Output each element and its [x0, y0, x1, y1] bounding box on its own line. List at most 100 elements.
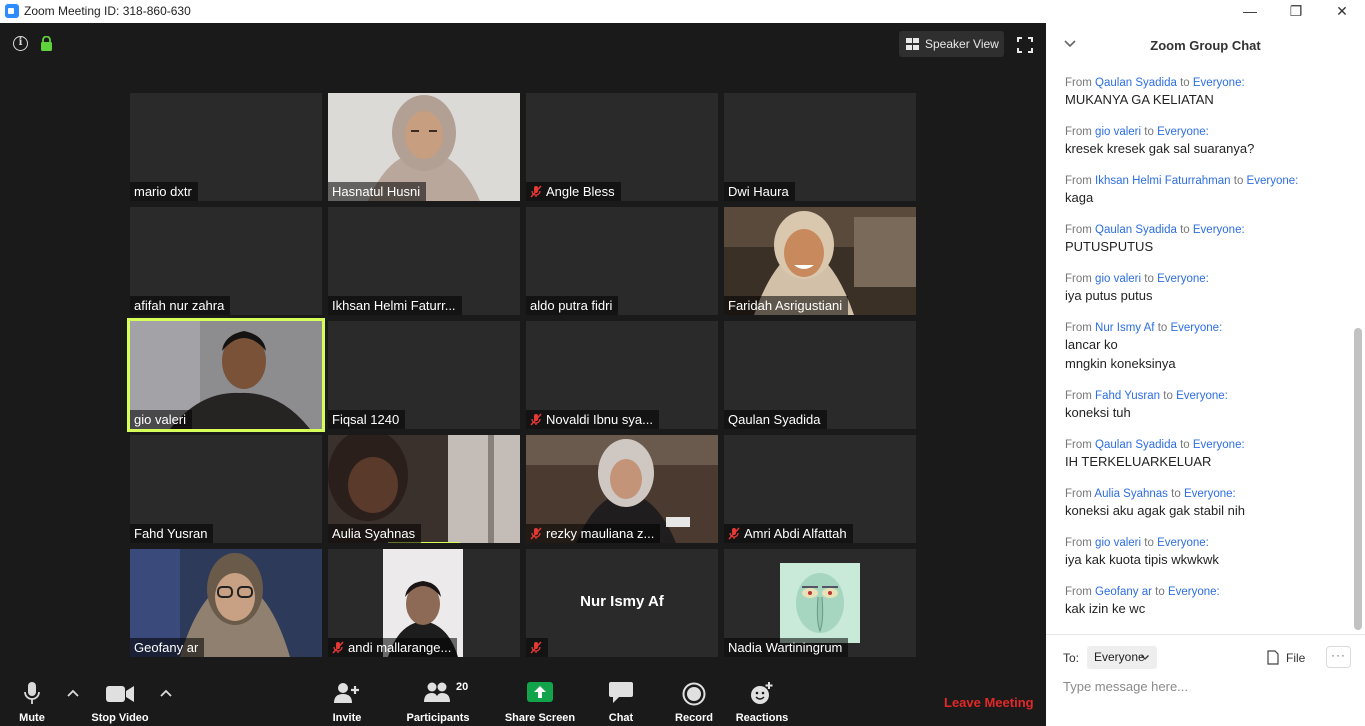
participant-tile[interactable]: Aulia Syahnas — [328, 435, 520, 543]
video-options-chevron-up-icon[interactable] — [160, 689, 172, 697]
message-header: From Qaulan Syadida to Everyone: — [1065, 439, 1245, 451]
chat-message: From gio valeri to Everyone: kresek kres… — [1065, 125, 1350, 158]
chevron-down-icon — [1141, 655, 1149, 660]
participant-tile-active-speaker[interactable]: gio valeri — [127, 318, 325, 432]
message-sender[interactable]: Ikhsan Helmi Faturrahman — [1095, 175, 1231, 187]
message-text: kresek kresek gak sal suaranya? — [1065, 141, 1255, 156]
message-sender[interactable]: Fahd Yusran — [1095, 390, 1160, 402]
minimize-button[interactable]: — — [1227, 0, 1273, 23]
participants-button[interactable]: 20 Participants — [403, 675, 473, 726]
chat-label: Chat — [608, 712, 634, 724]
participant-tile[interactable]: Novaldi Ibnu sya... — [526, 321, 718, 429]
add-user-icon — [334, 683, 359, 703]
message-text: koneksi tuh — [1065, 405, 1131, 420]
chat-button[interactable]: Chat — [600, 675, 642, 726]
file-share-button[interactable]: File — [1264, 650, 1324, 668]
participant-tile[interactable]: Geofany ar — [130, 549, 322, 657]
message-sender[interactable]: Nur Ismy Af — [1095, 322, 1154, 334]
mute-label: Mute — [19, 712, 45, 724]
chat-message: From Geofany ar to Everyone: kak izin ke… — [1065, 585, 1350, 618]
participant-tile[interactable]: Nadia Wartiningrum — [724, 549, 916, 657]
chat-message-list[interactable]: From Qaulan Syadida to Everyone: MUKANYA… — [1046, 67, 1365, 634]
participant-name: Novaldi Ibnu sya... — [526, 410, 659, 429]
chat-message: From Aulia Syahnas to Everyone: koneksi … — [1065, 487, 1350, 520]
muted-mic-icon — [332, 641, 344, 654]
reactions-button[interactable]: Reactions — [734, 675, 790, 726]
participant-tile[interactable]: Qaulan Syadida — [724, 321, 916, 429]
window-title: Zoom Meeting ID: 318-860-630 — [24, 4, 191, 18]
participant-tile[interactable]: Fahd Yusran — [130, 435, 322, 543]
chat-message: From gio valeri to Everyone: iya putus p… — [1065, 272, 1350, 305]
invite-button[interactable]: Invite — [322, 675, 372, 726]
encryption-lock-icon[interactable] — [40, 36, 53, 51]
chat-message: From Ikhsan Helmi Faturrahman to Everyon… — [1065, 174, 1350, 207]
chat-scrollbar-thumb[interactable] — [1354, 328, 1362, 630]
message-sender[interactable]: gio valeri — [1095, 273, 1141, 285]
recipient-value: Everyone — [1094, 650, 1145, 664]
participant-tile[interactable]: aldo putra fidri — [526, 207, 718, 315]
participant-tile[interactable]: mario dxtr — [130, 93, 322, 201]
chat-message: From Nur Ismy Af to Everyone: lancar ko … — [1065, 321, 1350, 373]
stop-video-button[interactable]: Stop Video — [84, 675, 156, 726]
message-sender[interactable]: Qaulan Syadida — [1095, 439, 1177, 451]
message-text: koneksi aku agak gak stabil nih — [1065, 503, 1245, 518]
recipient-dropdown[interactable]: Everyone — [1087, 646, 1157, 669]
share-screen-icon — [527, 682, 553, 702]
participant-name: Dwi Haura — [724, 182, 795, 201]
message-sender[interactable]: Geofany ar — [1095, 586, 1152, 598]
participant-name: gio valeri — [130, 410, 193, 429]
chat-message-input[interactable] — [1058, 674, 1348, 698]
message-text: PUTUSPUTUS — [1065, 239, 1154, 254]
participant-name: Hasnatul Husni — [328, 182, 427, 201]
message-target: Everyone: — [1157, 273, 1209, 285]
participant-name: aldo putra fidri — [526, 296, 619, 315]
message-target: Everyone: — [1157, 537, 1209, 549]
participant-tile[interactable]: andi mallarange... — [328, 549, 520, 657]
participant-name: Faridah Asrigustiani — [724, 296, 849, 315]
participant-name: Angle Bless — [526, 182, 621, 201]
participant-tile[interactable]: Hasnatul Husni — [328, 93, 520, 201]
message-header: From Qaulan Syadida to Everyone: — [1065, 224, 1245, 236]
chat-message: From Qaulan Syadida to Everyone: IH TERK… — [1065, 438, 1350, 471]
meeting-info-icon[interactable]: i — [13, 36, 28, 51]
message-target: Everyone: — [1192, 439, 1245, 451]
message-header: From Qaulan Syadida to Everyone: — [1065, 77, 1245, 89]
participant-tile[interactable]: Amri Abdi Alfattah — [724, 435, 916, 543]
speaker-view-button[interactable]: Speaker View — [899, 31, 1004, 57]
participant-tile[interactable]: Dwi Haura — [724, 93, 916, 201]
title-bar: Zoom Meeting ID: 318-860-630 — ❐ ✕ — [0, 0, 1365, 23]
share-screen-button[interactable]: Share Screen — [503, 675, 577, 726]
mute-button[interactable]: Mute — [8, 675, 56, 726]
participant-tile[interactable]: Fiqsal 1240 — [328, 321, 520, 429]
audio-options-chevron-up-icon[interactable] — [67, 689, 79, 697]
file-icon — [1267, 650, 1279, 665]
recipient-label: To: — [1063, 651, 1080, 665]
reactions-label: Reactions — [735, 712, 789, 724]
fullscreen-icon[interactable] — [1017, 37, 1033, 53]
chat-title: Zoom Group Chat — [1150, 38, 1261, 53]
participant-name: rezky mauliana z... — [526, 524, 661, 543]
message-text: kak izin ke wc — [1065, 601, 1146, 616]
message-sender[interactable]: Aulia Syahnas — [1094, 488, 1168, 500]
participants-label: Participants — [406, 712, 470, 724]
participant-name: afifah nur zahra — [130, 296, 231, 315]
message-target: Everyone: — [1157, 126, 1209, 138]
participant-tile[interactable]: Nur Ismy Af — [526, 549, 718, 657]
message-header: From Geofany ar to Everyone: — [1065, 586, 1220, 598]
participants-icon — [424, 682, 450, 702]
participant-name: Fiqsal 1240 — [328, 410, 406, 429]
more-options-button[interactable]: ··· — [1326, 646, 1351, 668]
participant-tile[interactable]: rezky mauliana z... — [526, 435, 718, 543]
message-sender[interactable]: gio valeri — [1095, 126, 1141, 138]
message-sender[interactable]: Qaulan Syadida — [1095, 224, 1177, 236]
participant-tile[interactable]: afifah nur zahra — [130, 207, 322, 315]
participant-tile[interactable]: Angle Bless — [526, 93, 718, 201]
restore-button[interactable]: ❐ — [1273, 0, 1319, 23]
leave-meeting-button[interactable]: Leave Meeting — [944, 695, 1034, 710]
message-sender[interactable]: gio valeri — [1095, 537, 1141, 549]
message-sender[interactable]: Qaulan Syadida — [1095, 77, 1177, 89]
close-window-button[interactable]: ✕ — [1319, 0, 1365, 23]
participant-tile[interactable]: Faridah Asrigustiani — [724, 207, 916, 315]
participant-tile[interactable]: Ikhsan Helmi Faturr... — [328, 207, 520, 315]
record-button[interactable]: Record — [671, 675, 717, 726]
